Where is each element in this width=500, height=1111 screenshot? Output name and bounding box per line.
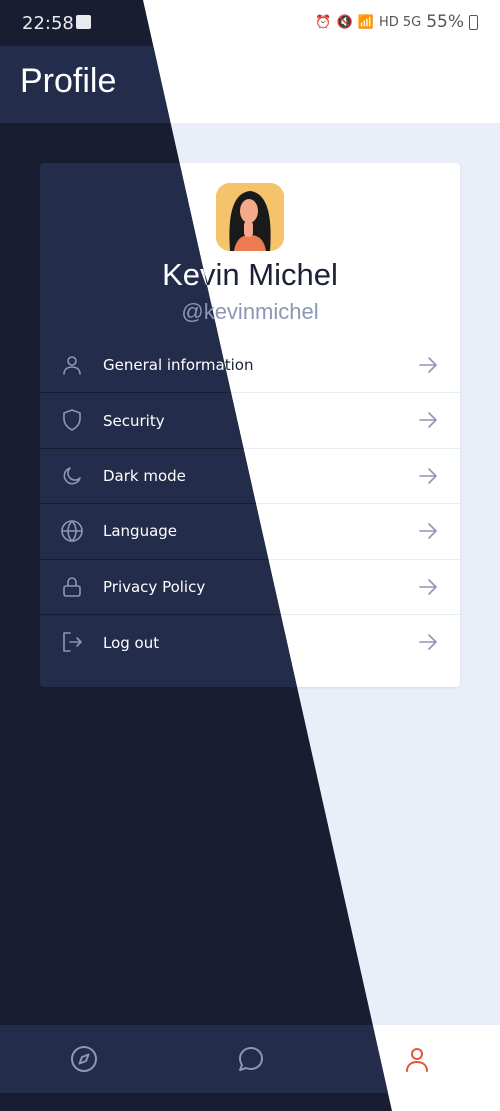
mute-icon: 🔇 bbox=[336, 14, 353, 30]
arrow-right-icon bbox=[419, 467, 437, 484]
wifi-icon: 📶 bbox=[357, 14, 374, 30]
arrow-right-icon bbox=[419, 357, 437, 373]
menu-label: Security bbox=[103, 411, 165, 430]
page-title: Profile bbox=[20, 62, 117, 100]
network-label: HD 5G bbox=[378, 14, 422, 30]
moon-icon bbox=[63, 466, 81, 485]
shield-icon bbox=[63, 409, 81, 432]
menu-label: Privacy Policy bbox=[103, 577, 206, 596]
chat-icon[interactable] bbox=[237, 1045, 265, 1073]
compass-icon[interactable] bbox=[70, 1045, 98, 1073]
arrow-right-icon bbox=[419, 412, 437, 429]
arrow-right-icon bbox=[419, 578, 437, 595]
arrow-right-icon bbox=[419, 634, 437, 650]
menu-label: Language bbox=[103, 522, 178, 541]
arrow-right-icon bbox=[419, 523, 437, 539]
profile-icon[interactable] bbox=[403, 1045, 431, 1073]
status-icons: ⏰ 🔇 📶 HD 5G 55% bbox=[315, 12, 478, 32]
battery-level: 55% bbox=[426, 12, 464, 32]
status-time: 22:58 bbox=[22, 13, 74, 34]
logout-icon bbox=[63, 632, 82, 652]
lock-icon bbox=[63, 576, 81, 597]
globe-icon bbox=[61, 520, 83, 543]
gallery-notification-icon bbox=[76, 15, 91, 29]
alarm-icon: ⏰ bbox=[315, 14, 332, 30]
menu-label: Dark mode bbox=[103, 466, 186, 485]
menu-label: Log out bbox=[103, 633, 160, 652]
battery-icon bbox=[469, 14, 478, 30]
user-icon bbox=[63, 356, 81, 375]
avatar[interactable] bbox=[216, 183, 284, 251]
